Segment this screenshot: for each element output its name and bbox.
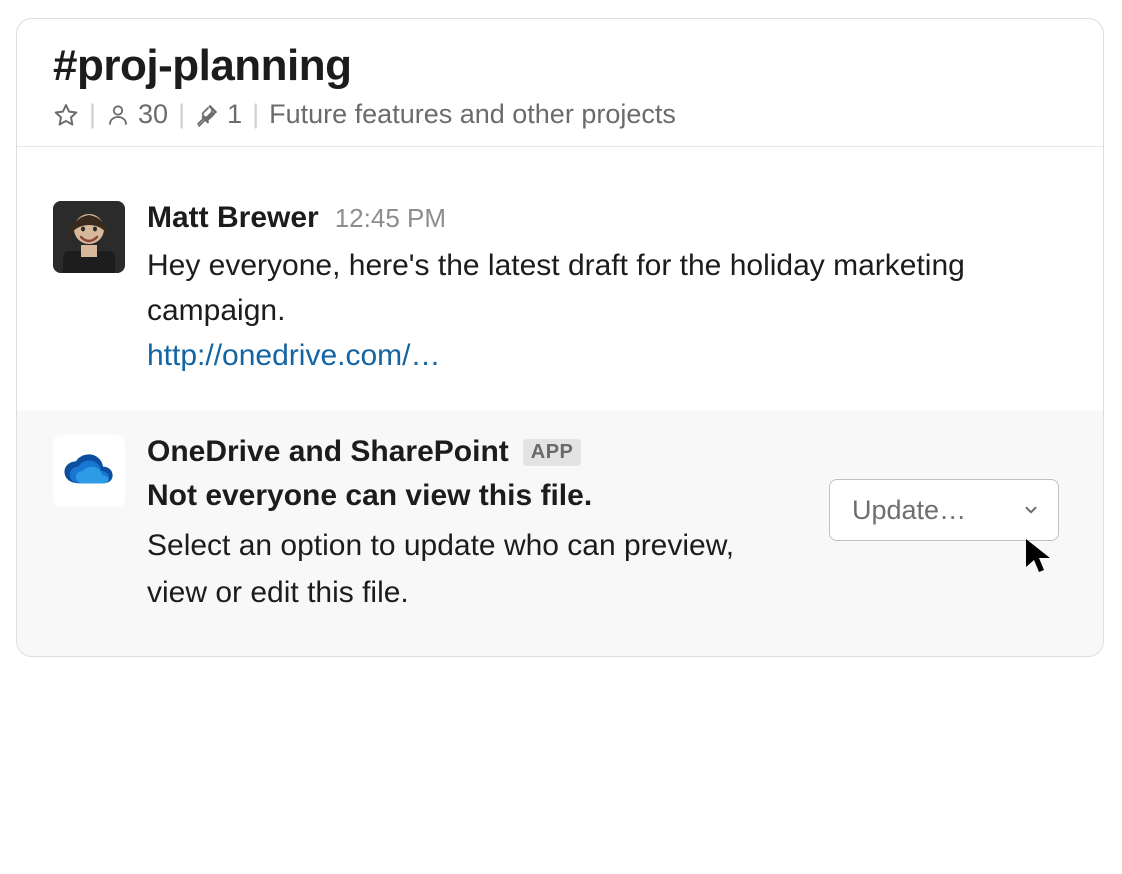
person-icon[interactable] [106, 102, 130, 128]
message-timestamp[interactable]: 12:45 PM [335, 203, 446, 234]
attachment-title: Not everyone can view this file. [147, 479, 807, 513]
meta-divider: | [250, 101, 261, 128]
channel-card: #proj-planning | 30 | 1 | Future feature… [16, 18, 1104, 657]
star-icon[interactable] [53, 102, 79, 128]
chevron-down-icon [1022, 495, 1040, 526]
message-content: Matt Brewer 12:45 PM Hey everyone, here'… [147, 201, 1067, 373]
app-badge: APP [523, 439, 582, 466]
channel-header: #proj-planning | 30 | 1 | Future feature… [17, 19, 1103, 147]
attachment-header: OneDrive and SharePoint APP [147, 435, 807, 469]
channel-meta: | 30 | 1 | Future features and other pro… [53, 101, 1067, 128]
message-list: Matt Brewer 12:45 PM Hey everyone, here'… [17, 147, 1103, 656]
update-dropdown[interactable]: Update… [829, 479, 1059, 541]
message-header: Matt Brewer 12:45 PM [147, 201, 1067, 235]
onedrive-icon [53, 435, 125, 507]
meta-divider: | [176, 101, 187, 128]
message-link[interactable]: http://onedrive.com/… [147, 339, 1067, 373]
pin-icon[interactable] [195, 102, 219, 128]
dropdown-label: Update… [852, 495, 966, 526]
app-name[interactable]: OneDrive and SharePoint [147, 435, 509, 469]
meta-divider: | [87, 101, 98, 128]
message: Matt Brewer 12:45 PM Hey everyone, here'… [17, 171, 1103, 403]
channel-topic[interactable]: Future features and other projects [269, 101, 676, 128]
message-text: Hey everyone, here's the latest draft fo… [147, 243, 1027, 333]
pin-count[interactable]: 1 [227, 101, 242, 128]
attachment-description: Select an option to update who can previ… [147, 523, 787, 616]
app-attachment: OneDrive and SharePoint APP Not everyone… [17, 411, 1103, 656]
member-count[interactable]: 30 [138, 101, 168, 128]
message-author[interactable]: Matt Brewer [147, 201, 319, 235]
channel-name[interactable]: #proj-planning [53, 41, 1067, 91]
avatar[interactable] [53, 201, 125, 273]
